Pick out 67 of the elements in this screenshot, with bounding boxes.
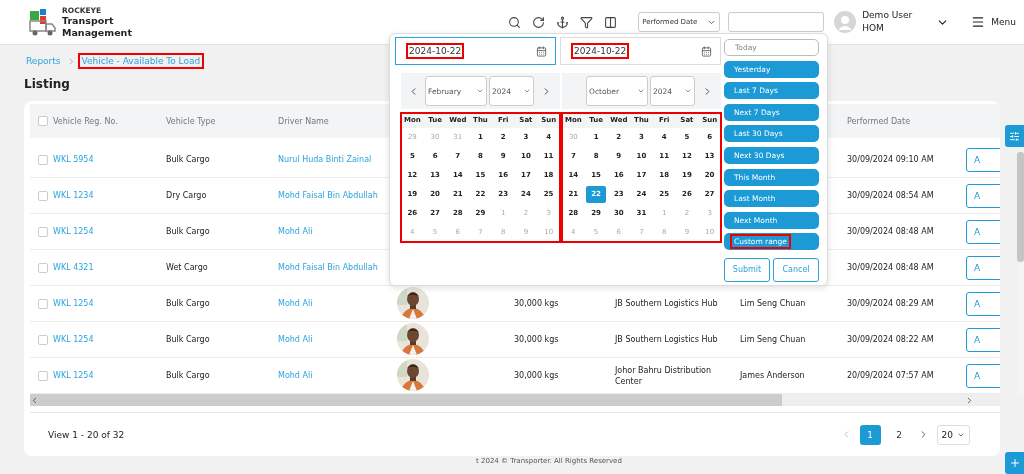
row-checkbox[interactable]: [38, 370, 48, 381]
select-all-checkbox[interactable]: [38, 116, 48, 126]
settings-button[interactable]: [1005, 125, 1024, 147]
caret-icon: [523, 87, 531, 95]
table-cell-text: 30/09/2024 08:54 AM: [847, 190, 935, 201]
date-field[interactable]: 2024-10-22: [395, 37, 556, 65]
menu-label[interactable]: Menu: [991, 17, 1016, 27]
row-checkbox[interactable]: [38, 298, 48, 309]
horizontal-scrollbar[interactable]: [30, 394, 1000, 406]
column-header: Vehicle Reg. No.: [53, 116, 119, 126]
page-size-select[interactable]: 20: [936, 424, 970, 445]
search-icon[interactable]: [508, 15, 522, 29]
caret-icon: [637, 87, 645, 95]
record-count: View 1 - 20 of 32: [48, 429, 125, 440]
scroll-left-icon[interactable]: [30, 395, 39, 405]
column-header: Performed Date: [847, 116, 912, 126]
scroll-right-icon[interactable]: [965, 395, 974, 405]
refresh-icon[interactable]: [532, 15, 546, 29]
table-cell-text: Bulk Cargo: [166, 370, 211, 381]
table-cell-text: Bulk Cargo: [166, 226, 211, 237]
menu-icon[interactable]: [971, 15, 986, 29]
table-cell-text: Lim Seng Chuan: [740, 298, 807, 309]
anchor-icon[interactable]: [556, 15, 570, 29]
row-checkbox[interactable]: [38, 226, 48, 237]
table-cell-text: 30,000 kgs: [514, 298, 560, 309]
date-field[interactable]: 2024-10-22: [560, 37, 721, 65]
table-cell-text: 30/09/2024 08:48 AM: [847, 262, 935, 273]
logo-icon: [28, 7, 58, 37]
table-cell-text: 20/09/2024 07:57 AM: [847, 370, 935, 381]
table-cell-text: 30/09/2024 09:10 AM: [847, 154, 935, 165]
brand-name: Transport Management: [62, 14, 133, 39]
table-cell-text: Bulk Cargo: [166, 154, 211, 165]
sliders-icon: [1009, 130, 1020, 142]
row-checkbox[interactable]: [38, 154, 48, 165]
column-header: Driver Name: [278, 116, 330, 126]
page-button[interactable]: 2: [888, 424, 910, 445]
table-cell-text: 30,000 kgs: [514, 334, 560, 345]
row-checkbox[interactable]: [38, 334, 48, 345]
row-checkbox[interactable]: [38, 190, 48, 201]
table-cell-text: 30,000 kgs: [514, 370, 560, 381]
columns-icon[interactable]: [604, 15, 618, 29]
avatar-icon: [834, 11, 857, 33]
calendar-icon: [701, 45, 712, 57]
calendar-icon: [536, 45, 547, 57]
table-cell-text: 30/09/2024 08:29 AM: [847, 298, 935, 309]
table-cell-text: 30/09/2024 08:22 AM: [847, 334, 935, 345]
table-cell-text: 30/09/2024 08:48 AM: [847, 226, 935, 237]
table-cell-text: Dry Cargo: [166, 190, 208, 201]
table-cell-text: JB Southern Logistics Hub: [615, 334, 719, 345]
page-title: Listing: [24, 76, 70, 93]
table-cell-text: Lim Seng Chuan: [740, 334, 807, 345]
add-button[interactable]: [1005, 452, 1024, 474]
table-cell-text: Johor Bahru Distribution Center: [615, 364, 713, 387]
filter-icon[interactable]: [580, 15, 594, 29]
row-checkbox[interactable]: [38, 262, 48, 273]
table-cell-text: James Anderson: [740, 370, 806, 381]
search-field[interactable]: [728, 12, 825, 32]
table-cell-text: JB Southern Logistics Hub: [615, 298, 719, 309]
column-header: Vehicle Type: [166, 116, 217, 126]
table-cell-text: Wet Cargo: [166, 262, 209, 273]
plus-icon: [1008, 457, 1021, 469]
user-role: HOM: [862, 22, 885, 35]
caret-icon: [476, 87, 484, 95]
table-cell-text: Bulk Cargo: [166, 298, 211, 309]
user-name: Demo User: [862, 9, 913, 22]
caret-icon: [684, 87, 692, 95]
table-cell-text: Bulk Cargo: [166, 334, 211, 345]
